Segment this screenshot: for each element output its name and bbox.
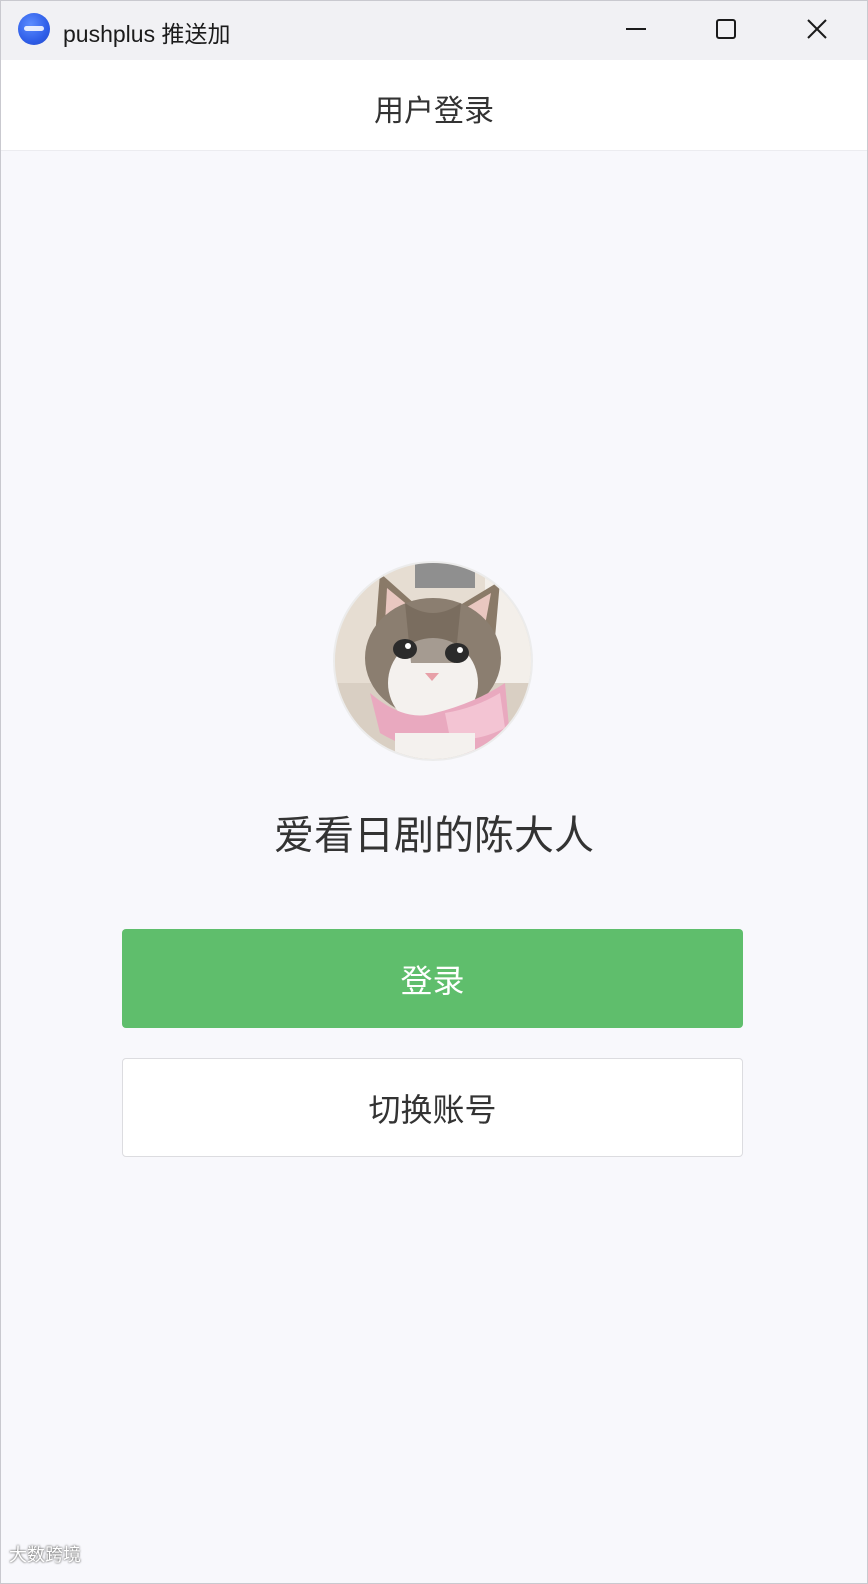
cat-avatar-image	[335, 563, 531, 759]
minimize-button[interactable]	[591, 1, 681, 57]
login-button[interactable]: 登录	[122, 929, 743, 1028]
maximize-button[interactable]	[681, 1, 771, 57]
pushplus-logo-icon	[18, 13, 50, 45]
title-bar[interactable]: pushplus 推送加	[1, 1, 867, 60]
window-title: pushplus 推送加	[63, 21, 231, 47]
maximize-icon	[716, 19, 736, 39]
page-header: 用户登录	[1, 60, 867, 151]
close-button[interactable]	[772, 1, 862, 57]
watermark-text: 大数跨境	[9, 1545, 81, 1565]
close-icon	[807, 19, 827, 39]
page-title: 用户登录	[374, 95, 494, 128]
minimize-icon	[626, 28, 646, 30]
avatar	[333, 561, 533, 761]
switch-account-button[interactable]: 切换账号	[122, 1058, 743, 1157]
username-label: 爱看日剧的陈大人	[274, 814, 594, 858]
app-window: pushplus 推送加 用户登录 爱看日剧的陈大人 登录 切换账号 大数跨境	[0, 0, 868, 1584]
watermark: 大数跨境	[9, 1541, 81, 1567]
